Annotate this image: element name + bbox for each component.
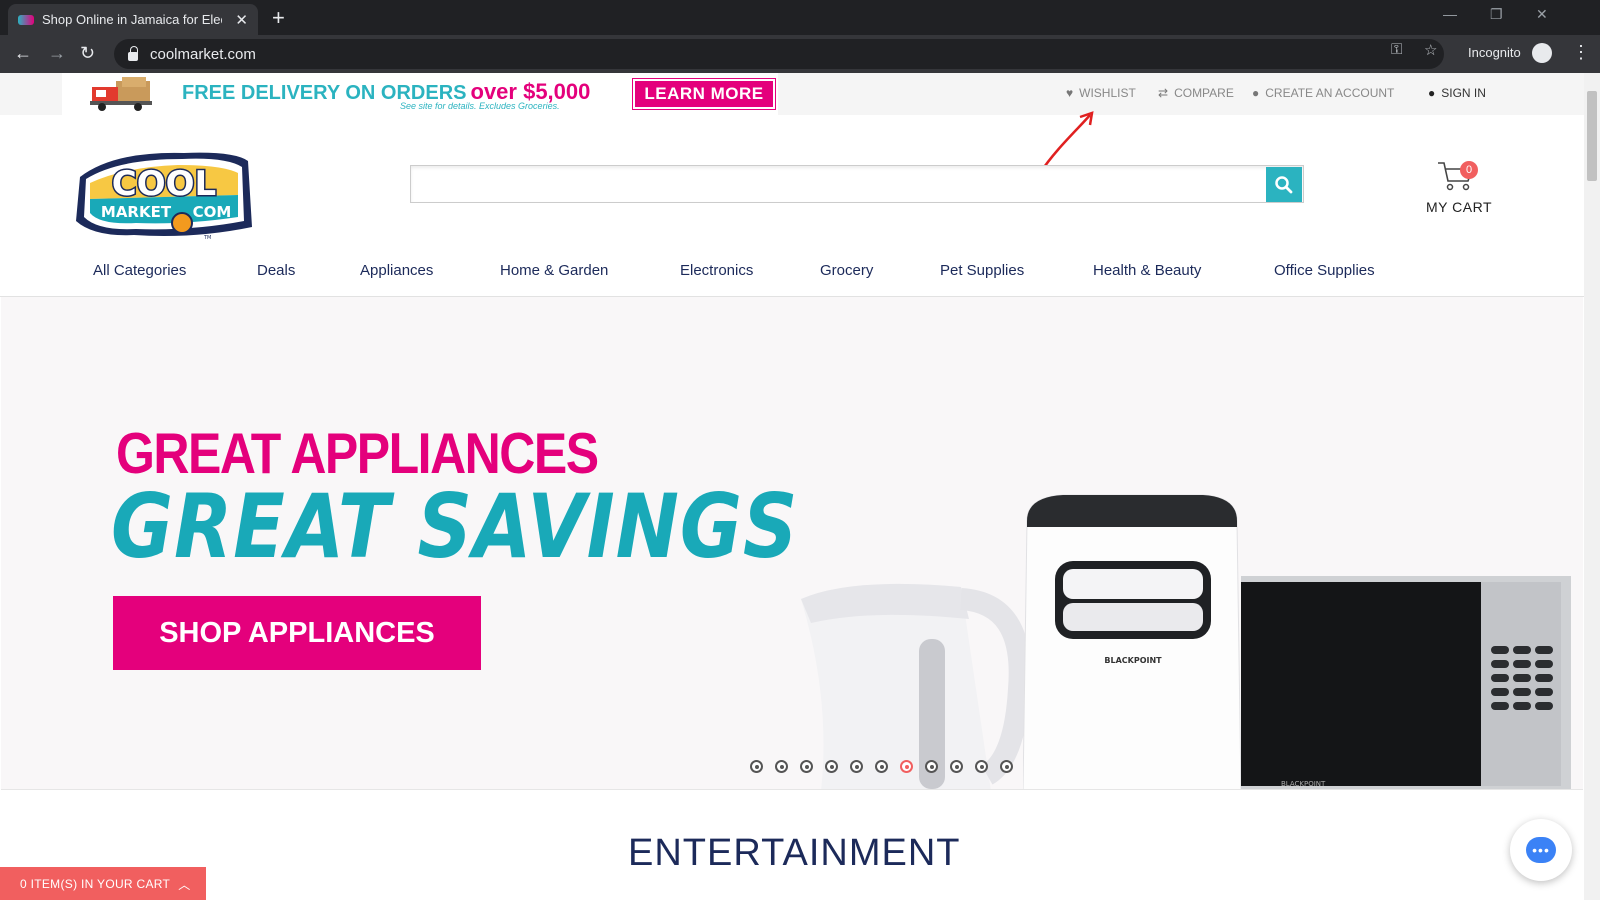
logo-tm: TM (203, 235, 211, 241)
nav-grocery[interactable]: Grocery (820, 262, 873, 279)
logo-text-cool: COOL (112, 164, 216, 204)
sign-in-link[interactable]: ● SIGN IN (1428, 86, 1486, 100)
site-favicon-icon (18, 14, 34, 25)
carousel-dot[interactable] (925, 760, 938, 773)
carousel-dot[interactable] (850, 760, 863, 773)
microwave-brand-label: BLACKPOINT (1281, 780, 1326, 788)
wishlist-label: WISHLIST (1079, 86, 1136, 100)
kettle-image (801, 583, 1031, 789)
page-viewport: FREE DELIVERY ON ORDERS over $5,000 See s… (0, 73, 1584, 900)
minimize-icon[interactable]: — (1443, 6, 1457, 22)
compare-label: COMPARE (1174, 86, 1234, 100)
user-icon: ● (1428, 86, 1436, 100)
section-title: ENTERTAINMENT (628, 832, 961, 874)
carousel-dot[interactable] (875, 760, 888, 773)
shop-appliances-button[interactable]: SHOP APPLIANCES (113, 596, 481, 670)
chevron-up-icon: ︿ (178, 877, 191, 892)
create-account-link[interactable]: ● CREATE AN ACCOUNT (1252, 86, 1394, 100)
logo-text-com: COM (193, 203, 232, 221)
restore-icon[interactable]: ❐ (1490, 6, 1503, 23)
heart-icon: ♥ (1066, 86, 1074, 100)
browser-menu-icon[interactable]: ⋮ (1572, 42, 1590, 63)
chat-button[interactable]: ••• (1510, 819, 1572, 881)
my-cart[interactable]: 0 MY CART (1426, 159, 1496, 223)
create-account-label: CREATE AN ACCOUNT (1265, 86, 1395, 100)
browser-tab[interactable]: Shop Online in Jamaica for Electr ✕ (8, 4, 258, 35)
search-button[interactable] (1266, 167, 1302, 202)
cart-summary-bar[interactable]: 0 ITEM(S) IN YOUR CART ︿ (0, 867, 206, 900)
carousel-dot[interactable] (950, 760, 963, 773)
star-icon[interactable]: ☆ (1424, 41, 1437, 59)
cart-label: MY CART (1426, 199, 1492, 215)
nav-home-garden[interactable]: Home & Garden (500, 262, 608, 279)
tab-title: Shop Online in Jamaica for Electr (42, 12, 222, 27)
back-icon[interactable]: ← (14, 43, 32, 64)
sign-in-label: SIGN IN (1441, 86, 1486, 100)
nav-all-categories[interactable]: All Categories (93, 262, 186, 279)
incognito-icon[interactable] (1532, 43, 1552, 63)
cart-count-badge: 0 (1460, 161, 1478, 179)
url-text: coolmarket.com (150, 45, 256, 63)
compare-icon: ⇄ (1158, 86, 1169, 100)
search-icon (1275, 175, 1293, 193)
scrollbar-thumb[interactable] (1587, 91, 1597, 181)
promo-subtext: See site for details. Excludes Groceries… (400, 101, 560, 111)
portable-ac-image: BLACKPOINT (1023, 494, 1241, 789)
browser-tabbar: Shop Online in Jamaica for Electr ✕ + — … (0, 0, 1600, 35)
nav-deals[interactable]: Deals (257, 262, 295, 279)
window-close-icon[interactable]: ✕ (1536, 6, 1548, 23)
delivery-truck-icon (90, 77, 152, 111)
hero-carousel[interactable]: GREAT APPLIANCES GREAT SAVINGS SHOP APPL… (1, 297, 1583, 790)
compare-link[interactable]: ⇄ COMPARE (1158, 86, 1234, 100)
coolmarket-logo[interactable]: COOL MARKET COM TM (74, 147, 254, 241)
nav-electronics[interactable]: Electronics (680, 262, 753, 279)
address-bar[interactable]: coolmarket.com (114, 39, 1444, 69)
learn-more-button[interactable]: LEARN MORE (632, 78, 776, 110)
logo-text-market: MARKET (101, 203, 172, 221)
carousel-dots (750, 760, 1025, 773)
nav-appliances[interactable]: Appliances (360, 262, 433, 279)
microwave-image: BLACKPOINT (1241, 576, 1571, 789)
top-strip: FREE DELIVERY ON ORDERS over $5,000 See s… (0, 73, 1584, 115)
lock-icon[interactable] (128, 45, 138, 61)
tab-close-icon[interactable]: ✕ (235, 11, 248, 29)
search-input[interactable] (410, 165, 1304, 203)
wishlist-link[interactable]: ♥ WISHLIST (1066, 86, 1136, 100)
category-nav: All Categories Deals Appliances Home & G… (0, 253, 1584, 297)
chat-icon: ••• (1526, 837, 1556, 863)
hero-subheadline: GREAT SAVINGS (111, 475, 799, 578)
nav-pet-supplies[interactable]: Pet Supplies (940, 262, 1024, 279)
browser-toolbar: ← → ↻ coolmarket.com ⚿ ☆ Incognito ⋮ (0, 35, 1600, 73)
carousel-dot[interactable] (750, 760, 763, 773)
incognito-label: Incognito (1468, 45, 1521, 60)
page-scrollbar[interactable] (1584, 73, 1600, 900)
cart-summary-label: 0 ITEM(S) IN YOUR CART (20, 877, 171, 891)
carousel-dot[interactable] (1000, 760, 1013, 773)
carousel-dot[interactable] (800, 760, 813, 773)
forward-icon[interactable]: → (48, 43, 66, 64)
new-tab-icon[interactable]: + (272, 5, 285, 31)
key-icon[interactable]: ⚿ (1391, 41, 1402, 58)
user-icon: ● (1252, 86, 1260, 100)
reload-icon[interactable]: ↻ (80, 43, 95, 64)
nav-office-supplies[interactable]: Office Supplies (1274, 262, 1375, 279)
ac-brand-label: BLACKPOINT (1104, 656, 1162, 665)
promo-banner[interactable]: FREE DELIVERY ON ORDERS over $5,000 See s… (62, 73, 778, 115)
carousel-dot[interactable] (775, 760, 788, 773)
carousel-dot[interactable] (825, 760, 838, 773)
nav-health-beauty[interactable]: Health & Beauty (1093, 262, 1201, 279)
carousel-dot-active[interactable] (900, 760, 913, 773)
carousel-dot[interactable] (975, 760, 988, 773)
